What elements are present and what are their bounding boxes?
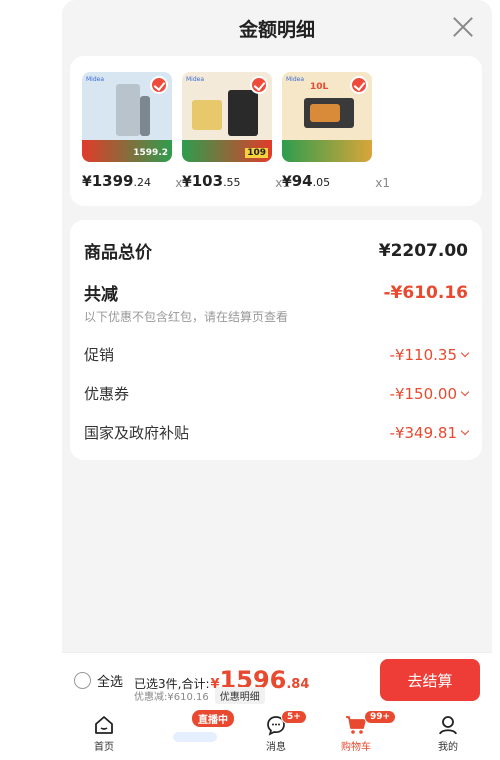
coupon-row[interactable]: 优惠券 -¥150.00 — [84, 383, 470, 404]
reduce-value: -¥610.16 — [383, 282, 469, 303]
chevron-down-icon[interactable] — [460, 387, 470, 396]
subsidy-value: -¥349.81 — [389, 423, 457, 442]
brand-label: Midea — [186, 76, 205, 83]
checkout-bar: 全选 已选3件,合计: ¥ 1596 .84 优惠减:¥610.16 优惠明细 … — [62, 652, 492, 708]
amount-detail-sheet: 金额明细 Midea 1599.2 ¥ 1399 .24 x1 Midea 10… — [62, 0, 492, 760]
product-price: ¥ 1399 .24 x1 — [82, 172, 190, 190]
messages-badge: 5+ — [281, 710, 307, 724]
brand-label: Midea — [286, 76, 305, 83]
product-thumbnail: Midea 10L — [282, 72, 372, 162]
promo-value: -¥110.35 — [389, 345, 457, 364]
product-thumbnail: Midea 1599.2 — [82, 72, 172, 162]
tab-mine[interactable]: 我的 — [418, 714, 478, 753]
home-icon — [95, 716, 113, 734]
reduce-row: 共减 -¥610.16 — [84, 280, 469, 306]
cart-badge: 99+ — [364, 710, 397, 724]
check-icon[interactable] — [150, 76, 168, 94]
product-item[interactable]: Midea 1599.2 ¥ 1399 .24 x1 — [82, 72, 190, 190]
sheet-title: 金额明细 — [238, 18, 315, 41]
product-item[interactable]: Midea 10L ¥ 94 .05 x1 — [282, 72, 390, 190]
user-icon — [439, 716, 457, 735]
product-qty: x1 — [375, 176, 390, 190]
total-row: 商品总价 ¥2207.00 — [84, 238, 468, 264]
live-badge: 直播中 — [192, 710, 234, 727]
product-item[interactable]: Midea 109 ¥ 103 .55 x1 — [182, 72, 290, 190]
check-icon[interactable] — [250, 76, 268, 94]
discount-detail-pill[interactable]: 优惠明细 — [214, 687, 265, 704]
promo-price-tag: 1599.2 — [133, 148, 168, 158]
bottom-nav: 首页 直播中 消息 5+ 购物车 99+ 我的 — [62, 708, 492, 760]
select-all-label[interactable]: 全选 — [97, 671, 123, 690]
promo-row[interactable]: 促销 -¥110.35 — [84, 344, 470, 365]
sheet-header: 金额明细 — [62, 0, 492, 56]
chevron-down-icon[interactable] — [460, 348, 470, 357]
promo-price-tag: 109 — [245, 148, 268, 158]
subsidy-row[interactable]: 国家及政府补贴 -¥349.81 — [84, 422, 470, 443]
tab-home[interactable]: 首页 — [74, 714, 134, 753]
checkout-button[interactable]: 去结算 — [380, 659, 480, 701]
product-list-card: Midea 1599.2 ¥ 1399 .24 x1 Midea 109 ¥ 1… — [70, 56, 482, 206]
reduce-label: 共减 — [84, 285, 118, 305]
product-price: ¥ 94 .05 x1 — [282, 172, 390, 190]
promo-label: 促销 — [84, 346, 115, 364]
coupon-label: 优惠券 — [84, 385, 130, 403]
product-price: ¥ 103 .55 x1 — [182, 172, 290, 190]
promo-capacity-tag: 10L — [310, 82, 329, 92]
coupon-value: -¥150.00 — [389, 384, 457, 403]
subsidy-label: 国家及政府补贴 — [84, 424, 190, 442]
close-icon[interactable] — [452, 16, 474, 38]
check-icon[interactable] — [350, 76, 368, 94]
brand-label: Midea — [86, 76, 105, 83]
total-value: ¥2207.00 — [378, 240, 468, 261]
total-label: 商品总价 — [84, 243, 152, 263]
discount-note: 以下优惠不包含红包，请在结算页查看 — [84, 310, 289, 324]
product-thumbnail: Midea 109 — [182, 72, 272, 162]
discount-summary: 优惠减:¥610.16 优惠明细 — [134, 687, 265, 704]
price-breakdown-card: 商品总价 ¥2207.00 共减 -¥610.16 以下优惠不包含红包，请在结算… — [70, 220, 482, 460]
chevron-down-icon[interactable] — [460, 426, 470, 435]
select-all-radio[interactable] — [74, 672, 91, 689]
